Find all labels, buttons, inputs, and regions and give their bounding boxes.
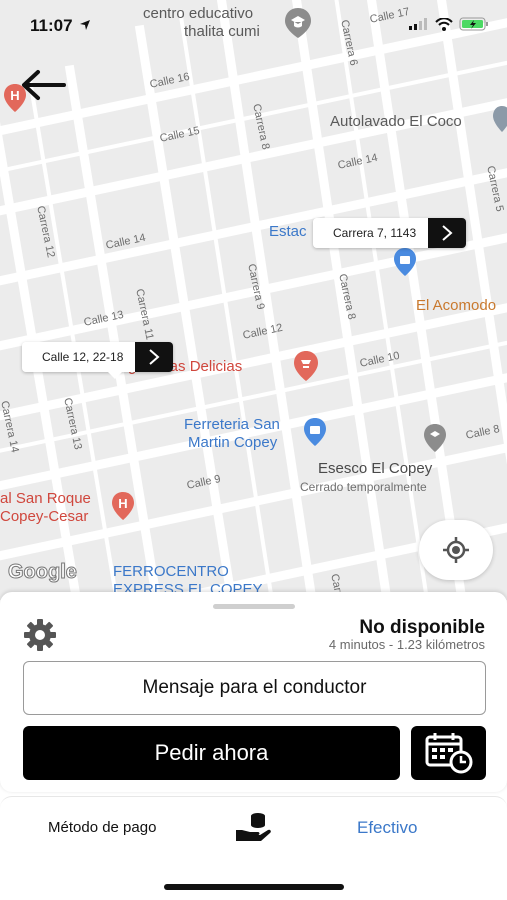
poi-esesco-status: Cerrado temporalmente [300,480,427,494]
signal-icon [409,18,427,30]
origin-go-button[interactable] [135,342,174,372]
chevron-right-icon [442,225,453,241]
svg-text:H: H [118,496,127,511]
svg-text:H: H [10,88,19,103]
wifi-icon [435,17,453,31]
google-logo: Google [8,561,78,584]
home-indicator [164,884,344,890]
locate-button[interactable] [419,520,493,580]
destination-callout[interactable]: Carrera 7, 1143 [313,218,467,248]
poi-esesco: Esesco El Copey [318,460,433,477]
calendar-clock-icon [425,733,472,774]
eta-distance: 4 minutos - 1.23 kilómetros [328,637,485,652]
destination-address: Carrera 7, 1143 [313,218,429,248]
clock: 11:07 [30,16,73,35]
gear-icon[interactable] [22,617,58,653]
place-pin-icon[interactable] [492,104,507,134]
poi-ferreteria-line2: Martin Copey [188,434,278,451]
destination-go-button[interactable] [428,218,467,248]
payment-method-label: Método de pago [48,819,157,836]
location-arrow-icon [80,20,91,30]
order-now-button[interactable]: Pedir ahora [23,726,400,780]
message-driver-button[interactable]: Mensaje para el conductor [23,661,486,715]
place-pin-icon[interactable] [422,422,448,454]
battery-icon [459,17,488,31]
poi-centro-educativo-line2: thalita cumi [184,23,260,40]
availability-status: No disponible [359,617,485,638]
schedule-button[interactable] [411,726,486,780]
poi-san-roque: al San Roque [0,490,91,507]
school-pin-icon[interactable] [283,6,313,40]
poi-ferreteria: Ferreteria San [184,416,280,433]
chevron-right-icon [149,349,160,365]
poi-autolavado: Autolavado El Coco [330,113,462,130]
poi-las-delicias-name: Las Delicias [161,358,243,375]
poi-el-acomodo: El Acomodo [416,297,497,314]
hospital-pin-icon[interactable]: H [110,490,136,522]
shop-pin-icon[interactable] [302,416,328,448]
poi-ferrocentro: FERROCENTRO [113,563,229,580]
map[interactable]: Calle 17 Calle 16 Calle 15 Calle 14 Call… [0,0,507,600]
status-icons [409,17,489,31]
back-arrow-icon[interactable] [20,68,66,102]
poi-estac: Estac [269,223,307,240]
origin-callout[interactable]: Calle 12, 22-18 [22,342,174,379]
callout-tail [108,372,122,379]
origin-address: Calle 12, 22-18 [22,342,136,372]
sheet-handle[interactable] [213,604,295,609]
restaurant-pin-icon[interactable] [292,349,320,383]
payment-method-value[interactable]: Efectivo [357,818,417,838]
poi-san-roque-line2: Copey-Cesar [0,508,89,525]
shop-pin-icon[interactable] [392,246,418,278]
poi-centro-educativo: centro educativo [143,5,254,22]
status-time: 11:07 [30,16,91,36]
locate-icon [443,537,469,563]
cash-hand-icon [236,813,271,841]
